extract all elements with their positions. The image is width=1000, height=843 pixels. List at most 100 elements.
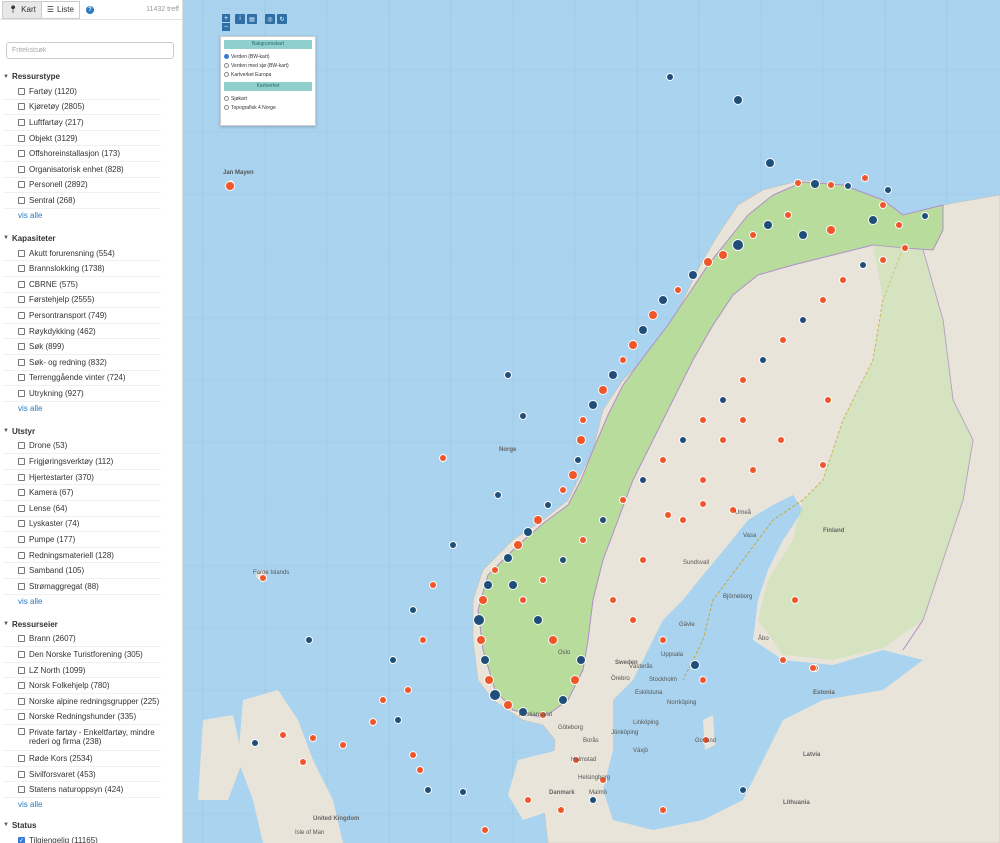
resource-marker[interactable] (680, 437, 686, 443)
resource-marker[interactable] (880, 257, 886, 263)
filter-item[interactable]: CBRNE (575) (3, 277, 161, 293)
resource-marker[interactable] (484, 581, 492, 589)
base-layer-option[interactable]: Verden med sjø (BW-kart) (224, 61, 312, 70)
resource-marker[interactable] (660, 457, 666, 463)
filter-item[interactable]: Norske Redningshunder (335) (3, 710, 161, 726)
resource-marker[interactable] (700, 477, 706, 483)
resource-marker[interactable] (609, 371, 617, 379)
resource-marker[interactable] (450, 542, 456, 548)
resource-marker[interactable] (525, 797, 531, 803)
resource-marker[interactable] (410, 752, 416, 758)
filter-item[interactable]: Persontransport (749) (3, 308, 161, 324)
resource-marker[interactable] (370, 719, 376, 725)
resource-marker[interactable] (580, 417, 586, 423)
radio-icon[interactable] (224, 72, 229, 77)
filter-item[interactable]: Kjøretøy (2805) (3, 100, 161, 116)
resource-marker[interactable] (885, 187, 891, 193)
filter-group-header[interactable]: ▼ Ressurstype (3, 69, 182, 84)
filter-item[interactable]: Lyskaster (74) (3, 517, 161, 533)
filter-item[interactable]: Søk- og redning (832) (3, 355, 161, 371)
resource-marker[interactable] (534, 516, 542, 524)
resource-marker[interactable] (902, 245, 908, 251)
checkbox[interactable] (18, 134, 25, 142)
resource-marker[interactable] (430, 582, 436, 588)
resource-marker[interactable] (828, 182, 834, 188)
radio-icon[interactable] (224, 54, 229, 59)
checkbox[interactable] (18, 567, 25, 575)
checkbox[interactable] (18, 697, 25, 705)
checkbox[interactable] (18, 358, 25, 366)
checkbox[interactable] (18, 103, 25, 111)
resource-marker[interactable] (660, 637, 666, 643)
resource-marker[interactable] (750, 467, 756, 473)
status-item[interactable]: ✓ Tilgjengelig (11165) (3, 833, 161, 843)
resource-marker[interactable] (420, 637, 426, 643)
resource-marker[interactable] (559, 696, 567, 704)
help-icon[interactable]: ? (85, 5, 94, 14)
filter-item[interactable]: Objekt (3129) (3, 131, 161, 147)
filter-group-header[interactable]: ▼ Ressurseier (3, 617, 182, 632)
resource-marker[interactable] (300, 759, 306, 765)
resource-marker[interactable] (425, 787, 431, 793)
resource-marker[interactable] (560, 557, 566, 563)
resource-marker[interactable] (860, 262, 866, 268)
filter-item[interactable]: Røykdykking (462) (3, 324, 161, 340)
filter-item[interactable]: Luftfartøy (217) (3, 115, 161, 131)
resource-marker[interactable] (750, 232, 756, 238)
resource-marker[interactable] (477, 636, 485, 644)
resource-marker[interactable] (571, 676, 579, 684)
resource-marker[interactable] (405, 687, 411, 693)
resource-marker[interactable] (479, 596, 487, 604)
resource-marker[interactable] (740, 377, 746, 383)
base-layer-option[interactable]: Kartverket Europa (224, 70, 312, 79)
filter-item[interactable]: Brann (2607) (3, 632, 161, 648)
resource-marker[interactable] (764, 221, 772, 229)
resource-marker[interactable] (485, 676, 493, 684)
checkbox[interactable] (18, 327, 25, 335)
checkbox[interactable] (18, 389, 25, 397)
tab-map[interactable]: 📍︎ Kart (2, 0, 42, 19)
resource-marker[interactable] (460, 789, 466, 795)
filter-item[interactable]: Lense (64) (3, 501, 161, 517)
tab-list[interactable]: ☰ Liste (41, 0, 80, 19)
resource-marker[interactable] (675, 287, 681, 293)
checkbox[interactable] (18, 165, 25, 173)
resource-marker[interactable] (810, 665, 816, 671)
resource-marker[interactable] (395, 717, 401, 723)
resource-marker[interactable] (629, 341, 637, 349)
resource-marker[interactable] (880, 202, 886, 208)
resource-marker[interactable] (795, 180, 801, 186)
resource-marker[interactable] (720, 437, 726, 443)
show-all-link[interactable]: vis alle (3, 595, 182, 608)
resource-marker[interactable] (340, 742, 346, 748)
map-canvas[interactable] (183, 0, 1000, 843)
resource-marker[interactable] (667, 74, 673, 80)
resource-marker[interactable] (590, 797, 596, 803)
resource-marker[interactable] (780, 657, 786, 663)
resource-marker[interactable] (577, 436, 585, 444)
resource-marker[interactable] (639, 326, 647, 334)
resource-marker[interactable] (524, 528, 532, 536)
zoom-out-button[interactable]: − (222, 23, 230, 31)
checkbox-checked[interactable]: ✓ (18, 836, 25, 843)
checkbox[interactable] (18, 666, 25, 674)
resource-marker[interactable] (780, 337, 786, 343)
checkbox[interactable] (18, 504, 25, 512)
filter-item[interactable]: Fartøy (1120) (3, 84, 161, 100)
filter-item[interactable]: Utrykning (927) (3, 386, 161, 402)
checkbox[interactable] (18, 682, 25, 690)
resource-marker[interactable] (689, 271, 697, 279)
checkbox[interactable] (18, 196, 25, 204)
resource-marker[interactable] (740, 417, 746, 423)
overlay-layer-option[interactable]: Topografisk 4 Norge (224, 103, 312, 112)
resource-marker[interactable] (700, 677, 706, 683)
filter-group-header[interactable]: ▼ Kapasiteter (3, 231, 182, 246)
resource-marker[interactable] (440, 455, 446, 461)
resource-marker[interactable] (545, 502, 551, 508)
checkbox[interactable] (18, 582, 25, 590)
resource-marker[interactable] (778, 437, 784, 443)
filter-item[interactable]: Strømaggregat (88) (3, 579, 161, 595)
overlay-layer-option[interactable]: Sjøkart (224, 94, 312, 103)
resource-marker[interactable] (680, 517, 686, 523)
layers-icon[interactable]: ▤ (247, 14, 257, 24)
